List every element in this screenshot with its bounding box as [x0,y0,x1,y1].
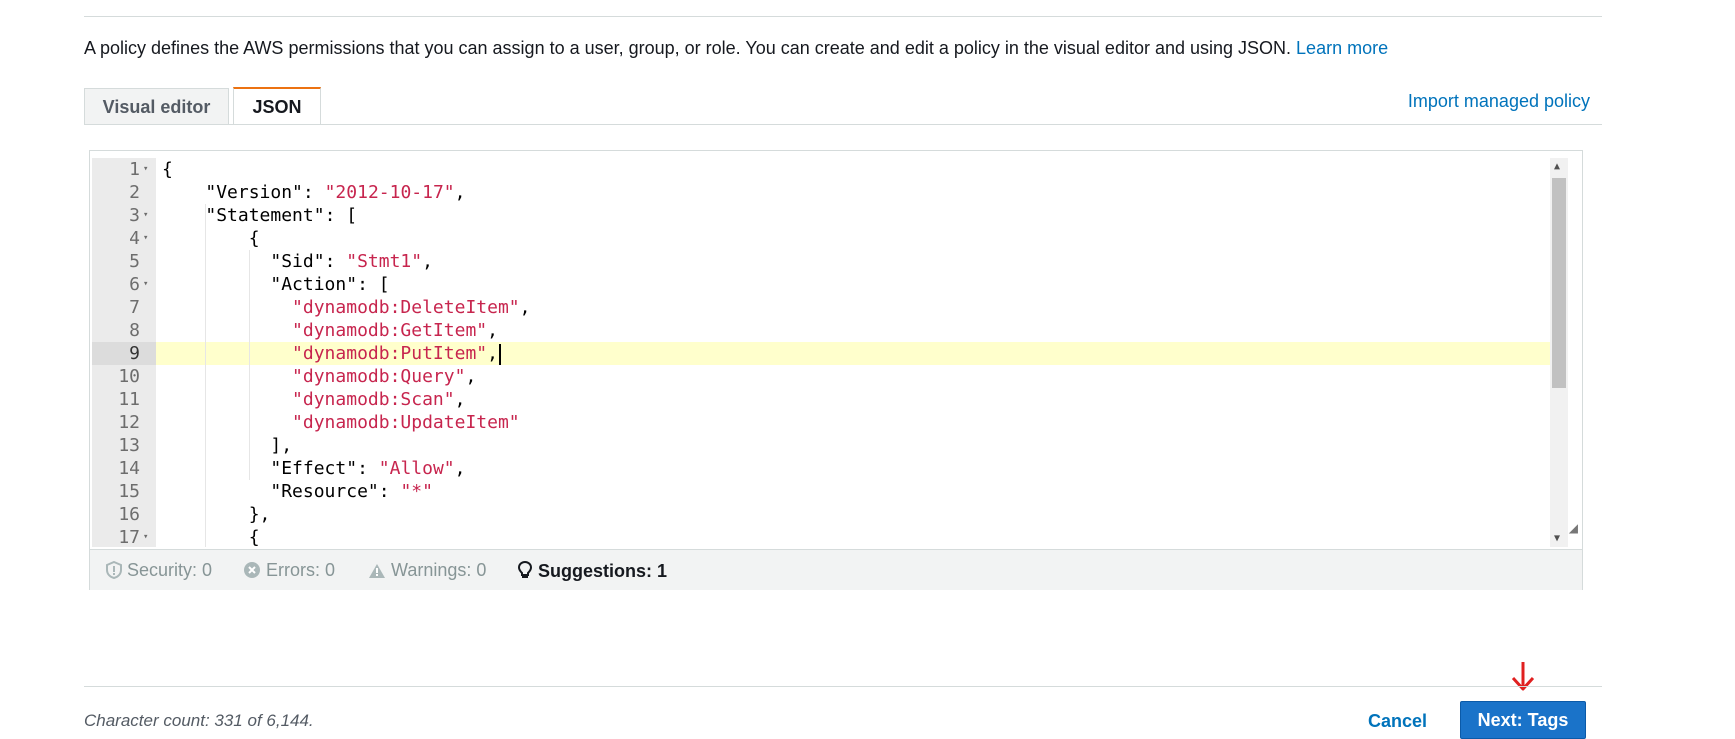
line-number: 6 [129,274,140,295]
fold-toggle-icon[interactable]: ▾ [143,227,148,250]
policy-description: A policy defines the AWS permissions tha… [84,38,1388,59]
editor-scrollbar[interactable]: ▲ ▼ [1550,158,1568,547]
fold-toggle-icon[interactable]: ▾ [143,273,148,296]
errors-status[interactable]: Errors: 0 [243,560,335,581]
tab-json[interactable]: JSON [233,87,321,124]
suggestions-status[interactable]: Suggestions: 1 [517,560,667,582]
scrollbar-thumb[interactable] [1552,178,1566,388]
security-count: Security: 0 [127,560,213,580]
code-line-4: { [248,228,260,249]
code-line-5: "Sid": "Stmt1", [270,251,433,272]
line-number: 13 [118,435,140,456]
code-line-14: "Effect": "Allow", [270,458,466,479]
warning-icon [369,564,385,578]
shield-icon [106,560,122,580]
line-number: 16 [118,504,140,525]
code-line-2: "Version": "2012-10-17", [205,182,466,203]
character-count: Character count: 331 of 6,144. [84,711,314,730]
code-line-13: ], [270,435,293,456]
resize-handle-icon[interactable]: ◢ [1569,521,1578,535]
code-line-7: "dynamodb:DeleteItem", [292,297,531,318]
code-line-12: "dynamodb:UpdateItem" [292,412,520,433]
line-number: 15 [118,481,140,502]
code-line-15: "Resource": "*" [270,481,433,502]
suggestions-count: Suggestions: 1 [538,561,668,581]
import-managed-policy-link[interactable]: Import managed policy [1408,91,1590,112]
line-number: 7 [129,297,140,318]
code-line-8: "dynamodb:GetItem", [292,320,498,341]
errors-count: Errors: 0 [266,560,336,580]
warnings-status[interactable]: Warnings: 0 [368,560,486,581]
scroll-down-arrow-icon[interactable]: ▼ [1554,533,1560,544]
line-number: 17 [118,527,140,547]
warnings-count: Warnings: 0 [391,560,487,580]
tab-visual-editor[interactable]: Visual editor [84,88,229,124]
tabs-divider [84,124,1602,125]
line-number: 10 [118,366,140,387]
code-line-1: { [162,159,173,180]
code-line-3: "Statement": [ [205,205,358,226]
line-number: 9 [129,343,140,364]
fold-toggle-icon[interactable]: ▾ [143,158,148,181]
line-number: 4 [129,228,140,249]
line-number: 5 [129,251,140,272]
line-number: 3 [129,205,140,226]
code-line-6: "Action": [ [270,274,390,295]
footer-divider [84,686,1602,687]
description-text: A policy defines the AWS permissions tha… [84,38,1292,58]
line-number: 12 [118,412,140,433]
line-number: 2 [129,182,140,203]
line-number: 11 [118,389,140,410]
line-number: 8 [129,320,140,341]
code-line-16: }, [248,504,271,525]
lightbulb-icon [517,560,533,578]
fold-toggle-icon[interactable]: ▾ [143,204,148,227]
top-divider [84,16,1602,17]
security-status[interactable]: Security: 0 [106,560,212,581]
json-editor-panel: 1 ▾ 2 3 ▾ 4 ▾ 5 6 ▾ 7 8 9 10 11 12 13 14 15 16 17 ▾ { "Versio… [89,150,1583,590]
learn-more-link[interactable]: Learn more [1296,38,1388,58]
red-annotation-arrow-icon [1511,662,1535,691]
line-number: 1 [129,159,140,180]
fold-toggle-icon[interactable]: ▾ [143,526,148,547]
validation-status-bar: Security: 0 Errors: 0 Warnings: 0 Sugges… [90,549,1582,590]
code-line-10: "dynamodb:Query", [292,366,477,387]
code-editor[interactable]: 1 ▾ 2 3 ▾ 4 ▾ 5 6 ▾ 7 8 9 10 11 12 13 14 15 16 17 ▾ { "Versio… [92,158,1580,547]
error-icon [244,562,260,578]
scroll-up-arrow-icon[interactable]: ▲ [1554,161,1560,172]
code-line-11: "dynamodb:Scan", [292,389,466,410]
code-line-17: { [248,527,260,547]
text-cursor [498,343,501,365]
next-tags-button[interactable]: Next: Tags [1460,701,1586,739]
cancel-button[interactable]: Cancel [1368,711,1427,732]
line-number: 14 [118,458,140,479]
code-line-9: "dynamodb:PutItem", [162,342,501,365]
